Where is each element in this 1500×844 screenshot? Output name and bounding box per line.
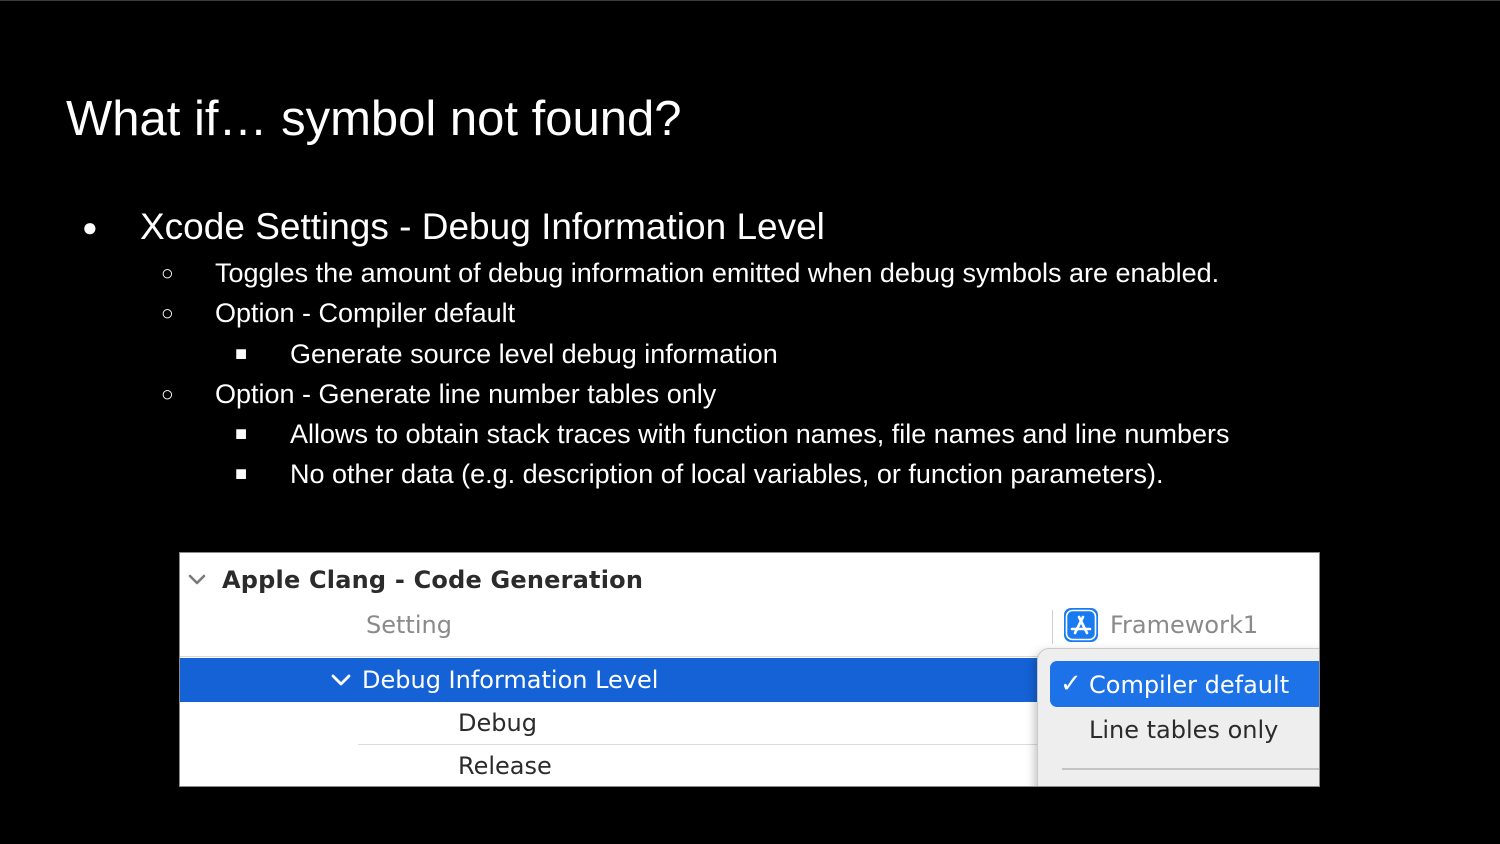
square-bullet-icon: ■ [235,463,248,485]
checkmark-icon: ✓ [1060,669,1082,699]
hollow-bullet-icon: ○ [161,383,174,406]
target-column-header: Framework1 [1064,607,1258,643]
bullet-level3: ■ Allows to obtain stack traces with fun… [235,417,1230,451]
app-store-icon [1064,608,1098,642]
bullet-text: No other data (e.g. description of local… [290,459,1164,489]
slide-title: What if… symbol not found? [66,92,682,146]
bullet-text: Xcode Settings - Debug Information Level [140,206,825,247]
hollow-bullet-icon: ○ [161,302,174,325]
chevron-down-icon[interactable] [330,669,352,691]
bullet-level2: ○ Toggles the amount of debug informatio… [161,256,1220,290]
target-name: Framework1 [1110,611,1259,639]
chevron-down-icon[interactable] [186,569,208,591]
setting-label: Debug Information Level [362,666,659,694]
config-label: Release [458,752,552,780]
bullet-level2: ○ Option - Generate line number tables o… [161,377,717,411]
square-bullet-icon: ■ [235,423,248,445]
hollow-bullet-icon: ○ [161,262,174,285]
value-popup-menu: ✓ Compiler default Line tables only [1037,648,1319,786]
bullet-level2: ○ Option - Compiler default [161,296,516,330]
top-border [0,0,1500,1]
menu-item-compiler-default[interactable]: ✓ Compiler default [1050,661,1319,707]
menu-item-label: Compiler default [1089,671,1290,699]
bullet-text: Toggles the amount of debug information … [215,258,1220,288]
menu-separator [1062,768,1319,770]
menu-item-line-tables-only[interactable]: Line tables only [1089,715,1278,745]
setting-column-header: Setting [366,611,452,639]
bullet-level3: ■ No other data (e.g. description of loc… [235,457,1164,491]
bullet-text: Generate source level debug information [290,339,778,369]
section-title: Apple Clang - Code Generation [222,566,644,594]
bullet-text: Allows to obtain stack traces with funct… [290,419,1230,449]
bullet-level3: ■ Generate source level debug informatio… [235,337,778,371]
column-divider [1052,610,1053,644]
config-label: Debug [458,709,537,737]
setting-subrow-debug[interactable]: Debug [358,702,1078,745]
bullet-level1: ● Xcode Settings - Debug Information Lev… [82,204,825,250]
square-bullet-icon: ■ [235,343,248,365]
xcode-build-settings-screenshot: Apple Clang - Code Generation Setting Fr… [179,552,1320,787]
bullet-text: Option - Compiler default [215,298,516,328]
section-header[interactable]: Apple Clang - Code Generation [186,563,643,597]
setting-subrow-release[interactable]: Release [358,745,1078,786]
filled-bullet-icon: ● [82,212,98,242]
bullet-text: Option - Generate line number tables onl… [215,379,717,409]
